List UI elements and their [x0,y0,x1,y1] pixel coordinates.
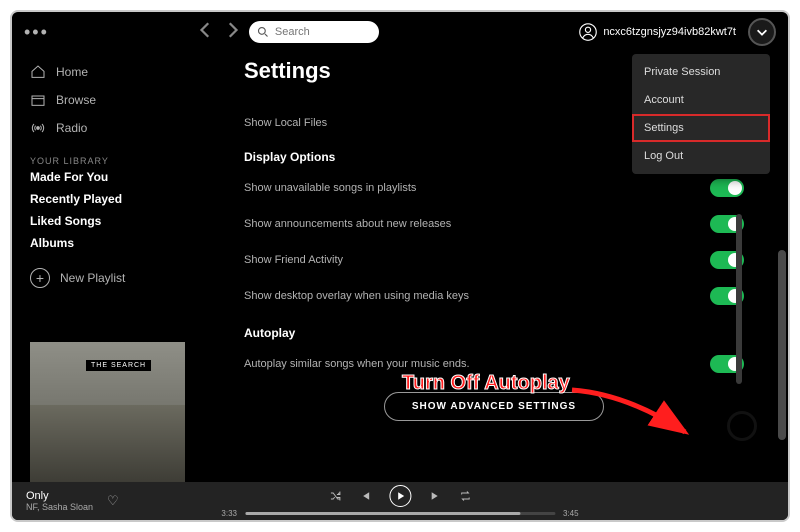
username-label: ncxc6tzgnsjyz94ivb82kwt7t [603,26,736,38]
new-playlist-label: New Playlist [60,271,125,285]
play-icon [394,490,406,502]
sidebar-item-browse[interactable]: Browse [30,86,184,114]
now-playing-info: Only NF, Sasha Sloan [26,490,93,512]
setting-label: Show Friend Activity [244,254,343,266]
annotation-label: Turn Off Autoplay [402,372,570,395]
play-button[interactable] [389,485,411,507]
setting-label: Show announcements about new releases [244,218,451,230]
dropdown-account[interactable]: Account [632,86,770,114]
next-icon[interactable] [429,490,441,502]
repeat-icon[interactable] [459,490,471,502]
library-albums[interactable]: Albums [30,232,184,254]
library-liked-songs[interactable]: Liked Songs [30,210,184,232]
sidebar-item-home[interactable]: Home [30,58,184,86]
setting-label: Show desktop overlay when using media ke… [244,290,469,302]
library-header: YOUR LIBRARY [30,156,184,166]
dropdown-log-out[interactable]: Log Out [632,142,770,170]
search-input[interactable] [275,26,365,38]
setting-announcements: Show announcements about new releases [244,206,744,242]
album-art-tag: THE‎ SEARCH [86,360,151,371]
sidebar-item-label: Home [56,65,88,79]
dropdown-settings[interactable]: Settings [632,114,770,142]
shuffle-icon[interactable] [329,490,341,502]
player-controls: 3:33 3:45 [221,485,578,518]
user-menu-button[interactable]: ncxc6tzgnsjyz94ivb82kwt7t [579,23,736,41]
annotation-arrow-icon [567,382,707,452]
search-icon [257,26,269,38]
section-autoplay: Autoplay [244,314,744,346]
time-total: 3:45 [563,509,579,518]
album-art[interactable]: THE‎ SEARCH [30,342,185,482]
setting-unavailable-songs: Show unavailable songs in playlists [244,170,744,206]
library-recently-played[interactable]: Recently Played [30,188,184,210]
user-menu-chevron[interactable] [748,18,776,46]
sidebar-item-radio[interactable]: Radio [30,114,184,142]
setting-label: Autoplay similar songs when your music e… [244,358,470,370]
window-scrollbar[interactable] [776,40,786,480]
topbar: ••• ncxc6tzgnsjyz94ivb82kwt7t [12,12,788,52]
home-icon [30,64,46,80]
setting-friend-activity: Show Friend Activity [244,242,744,278]
app-window: ••• ncxc6tzgnsjyz94ivb82kwt7t Private Se… [10,10,790,522]
setting-label: Show unavailable songs in playlists [244,182,416,194]
app-menu-dots-icon[interactable]: ••• [24,22,49,43]
progress-row: 3:33 3:45 [221,509,578,518]
new-playlist-button[interactable]: + New Playlist [30,268,184,288]
setting-desktop-overlay: Show desktop overlay when using media ke… [244,278,744,314]
chevron-right-icon [223,21,241,39]
browse-icon [30,92,46,108]
sidebar-item-label: Browse [56,93,96,107]
search-field[interactable] [249,21,379,43]
user-dropdown: Private Session Account Settings Log Out [632,54,770,174]
progress-bar[interactable] [245,512,555,515]
nav-forward-button[interactable] [223,21,241,44]
scrollbar-thumb[interactable] [778,250,786,440]
plus-icon: + [30,268,50,288]
sidebar-item-label: Radio [56,121,87,135]
sidebar: Home Browse Radio YOUR LIBRARY Made For … [12,52,184,482]
album-art-ground [30,405,185,482]
track-title[interactable]: Only [26,490,93,502]
radio-icon [30,120,46,136]
track-artists[interactable]: NF, Sasha Sloan [26,502,93,512]
like-track-button[interactable]: ♡ [107,493,119,509]
previous-icon[interactable] [359,490,371,502]
user-icon [579,23,597,41]
library-made-for-you[interactable]: Made For You [30,166,184,188]
chevron-left-icon [197,21,215,39]
time-elapsed: 3:33 [221,509,237,518]
setting-label: Show Local Files [244,117,327,129]
dropdown-private-session[interactable]: Private Session [632,58,770,86]
scrollbar-thumb[interactable] [736,214,742,384]
chevron-down-icon [755,25,769,39]
nav-back-button[interactable] [197,21,215,44]
player-bar: Only NF, Sasha Sloan ♡ 3:33 3:45 [12,482,788,520]
